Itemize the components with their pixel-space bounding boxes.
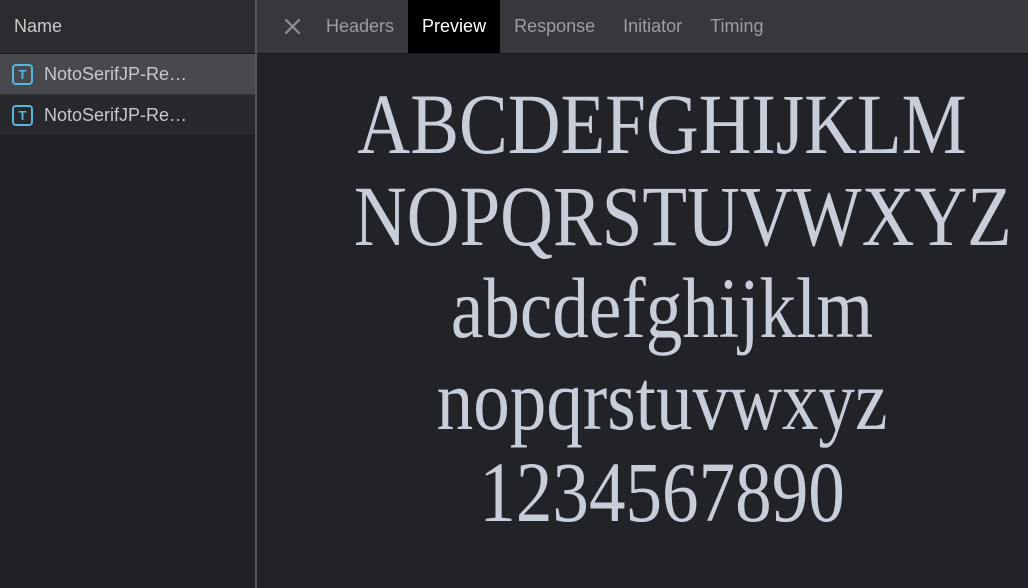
glyph-line-uppercase-1: ABCDEFGHIJKLM xyxy=(354,78,970,170)
font-preview-pane: ABCDEFGHIJKLM NOPQRSTUVWXYZ abcdefghijkl… xyxy=(257,54,1028,588)
tab-timing[interactable]: Timing xyxy=(696,0,777,53)
tab-headers[interactable]: Headers xyxy=(312,0,408,53)
close-icon xyxy=(282,16,303,37)
request-row-notoserifjp-1[interactable]: T NotoSerifJP-Re… xyxy=(0,54,255,95)
glyph-line-uppercase-2: NOPQRSTUVWXYZ xyxy=(354,170,970,262)
font-glyph-preview: ABCDEFGHIJKLM NOPQRSTUVWXYZ abcdefghijkl… xyxy=(315,54,970,538)
devtools-network-panel: Name T NotoSerifJP-Re… T NotoSerifJP-Re…… xyxy=(0,0,1028,588)
tab-response[interactable]: Response xyxy=(500,0,609,53)
glyph-line-lowercase-2: nopqrstuvwxyz xyxy=(354,354,970,446)
font-file-icon-letter: T xyxy=(19,67,27,82)
request-row-label: NotoSerifJP-Re… xyxy=(44,105,187,126)
close-detail-button[interactable] xyxy=(281,0,303,53)
request-row-label: NotoSerifJP-Re… xyxy=(44,64,187,85)
glyph-line-digits: 1234567890 xyxy=(354,446,970,538)
tab-initiator[interactable]: Initiator xyxy=(609,0,696,53)
font-file-icon: T xyxy=(12,64,33,85)
network-request-sidebar: Name T NotoSerifJP-Re… T NotoSerifJP-Re… xyxy=(0,0,257,588)
detail-tabbar: Headers Preview Response Initiator Timin… xyxy=(257,0,1028,54)
request-row-notoserifjp-2[interactable]: T NotoSerifJP-Re… xyxy=(0,95,255,136)
glyph-line-lowercase-1: abcdefghijklm xyxy=(354,262,970,354)
font-file-icon: T xyxy=(12,105,33,126)
font-file-icon-letter: T xyxy=(19,108,27,123)
name-column-header[interactable]: Name xyxy=(0,0,255,54)
tab-preview[interactable]: Preview xyxy=(408,0,500,53)
request-detail-pane: Headers Preview Response Initiator Timin… xyxy=(257,0,1028,588)
